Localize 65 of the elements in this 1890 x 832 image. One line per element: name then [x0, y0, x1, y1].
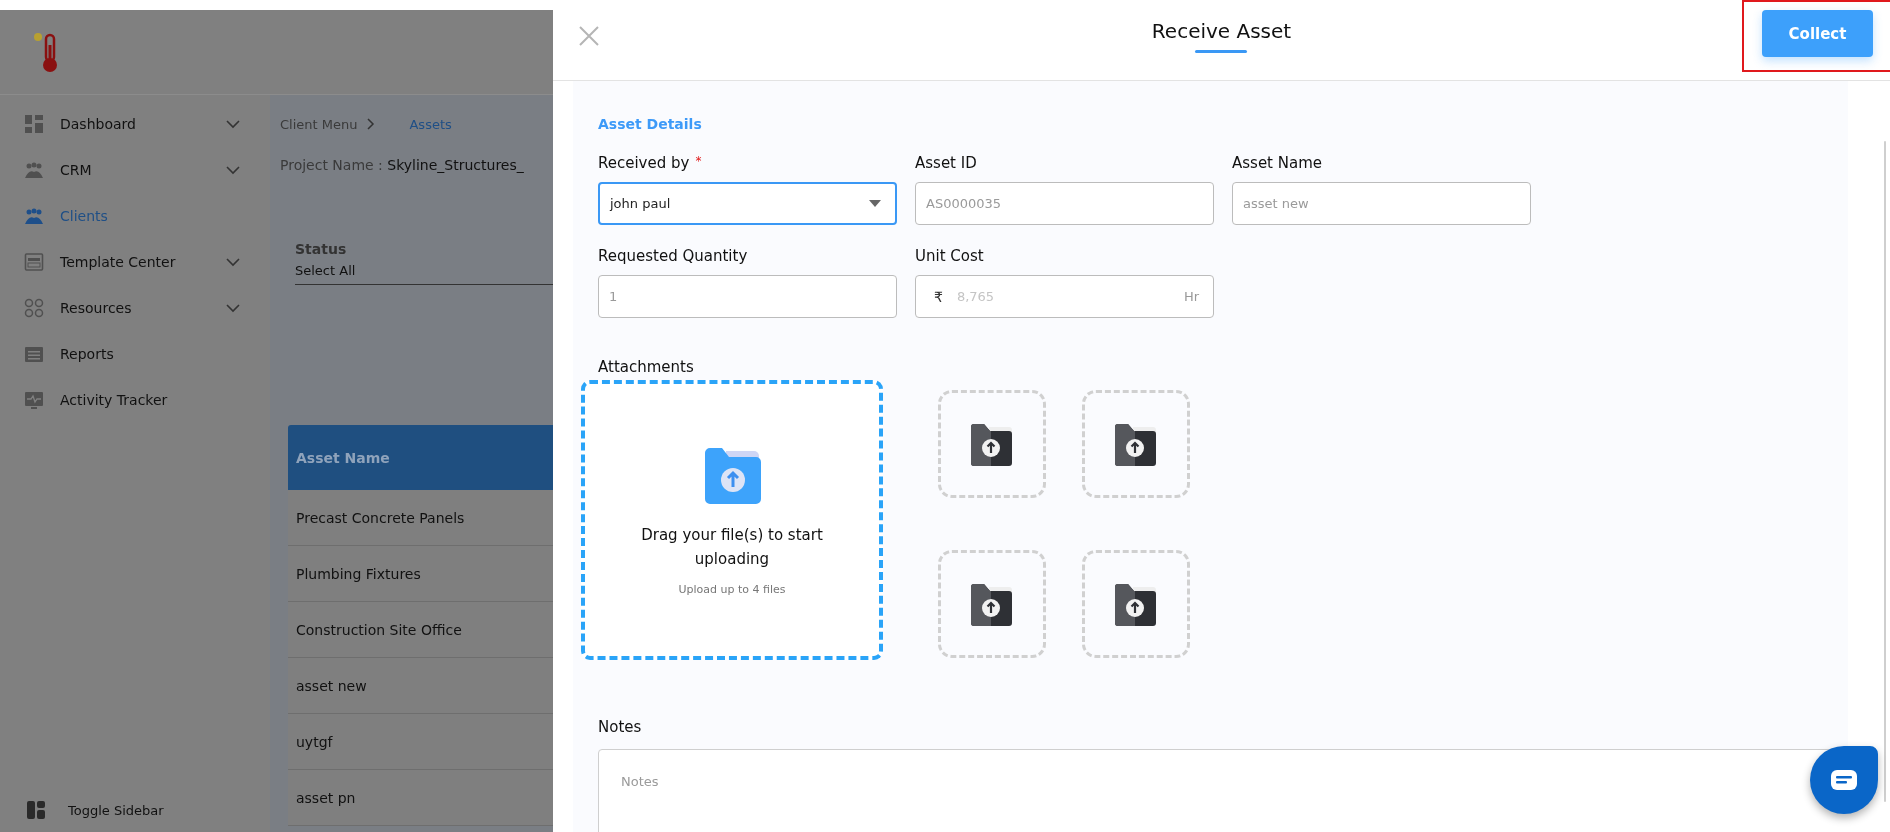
menu-icon	[24, 344, 44, 364]
sidebar-label: Activity Tracker	[60, 392, 169, 408]
menu-icon	[24, 252, 44, 272]
sidebar-label: Reports	[60, 346, 115, 362]
table-cell: asset pn	[288, 770, 553, 826]
breadcrumb-link[interactable]: Client Menu	[280, 116, 358, 132]
folder-upload-icon	[1113, 581, 1159, 627]
sidebar-item[interactable]: CRM	[0, 147, 270, 193]
field-label: Requested Quantity	[598, 247, 748, 265]
sidebar-item[interactable]: Resources	[0, 285, 270, 331]
toggle-sidebar-button[interactable]: Toggle Sidebar	[0, 800, 270, 820]
field-label: Asset Name	[1232, 154, 1323, 172]
upload-slot[interactable]	[1082, 390, 1190, 498]
status-select[interactable]: Select All	[295, 263, 553, 285]
chevron-down-icon	[226, 303, 240, 313]
notes-field[interactable]: Notes	[598, 749, 1848, 832]
chevron-down-icon	[226, 257, 240, 267]
sidebar-layout-icon	[26, 800, 46, 820]
column-header: Asset Name	[288, 425, 553, 490]
table-cell: uytgf	[288, 714, 553, 770]
project-label: Project Name :	[280, 157, 383, 173]
folder-upload-icon	[1113, 421, 1159, 467]
collect-button[interactable]: Collect	[1762, 10, 1873, 57]
notes-label: Notes	[598, 718, 643, 736]
menu-icon	[24, 160, 44, 180]
sidebar-item[interactable]: Template Center	[0, 239, 270, 285]
scrollbar[interactable]	[1884, 141, 1886, 802]
required-mark: *	[695, 154, 702, 170]
chevron-right-icon	[367, 118, 376, 130]
sidebar-item[interactable]: Dashboard	[0, 101, 270, 147]
table-cell: asset new	[288, 658, 553, 714]
file-dropzone[interactable]: Drag your file(s) to start uploading Upload up to 4 files	[581, 380, 883, 660]
table-cell: Construction Site Office	[288, 602, 553, 658]
table-cell: Precast Concrete Panels	[288, 490, 553, 546]
folder-upload-icon	[969, 421, 1015, 467]
menu-icon	[24, 298, 44, 318]
caret-icon	[869, 200, 881, 207]
select-field[interactable]: john paul	[598, 182, 897, 225]
chat-icon	[1830, 769, 1858, 791]
sidebar-item[interactable]: Activity Tracker	[0, 377, 270, 423]
upload-slot[interactable]	[1082, 550, 1190, 658]
status-label: Status	[295, 241, 348, 257]
field-label: Received by	[598, 154, 690, 172]
upload-slot[interactable]	[938, 550, 1046, 658]
menu-icon	[24, 206, 44, 226]
attachments-label: Attachments	[598, 358, 695, 376]
modal-title: Receive Asset	[1151, 19, 1292, 43]
sidebar-label: Resources	[60, 300, 133, 316]
upload-slot[interactable]	[938, 390, 1046, 498]
project-name: Skyline_Structures_	[387, 157, 524, 173]
close-icon	[579, 26, 599, 46]
field-label: Unit Cost	[915, 247, 984, 265]
chevron-down-icon	[226, 165, 240, 175]
sidebar-label: Clients	[60, 208, 109, 224]
sidebar-label: CRM	[60, 162, 93, 178]
sidebar-label: Dashboard	[60, 116, 137, 132]
folder-upload-icon	[969, 581, 1015, 627]
table-cell: Plumbing Fixtures	[288, 546, 553, 602]
field-label: Asset ID	[915, 154, 977, 172]
chevron-down-icon	[226, 119, 240, 129]
section-title: Asset Details	[598, 116, 703, 132]
menu-icon	[24, 114, 44, 134]
sidebar-item[interactable]: Reports	[0, 331, 270, 377]
sidebar-label: Template Center	[60, 254, 177, 270]
menu-icon	[24, 390, 44, 410]
